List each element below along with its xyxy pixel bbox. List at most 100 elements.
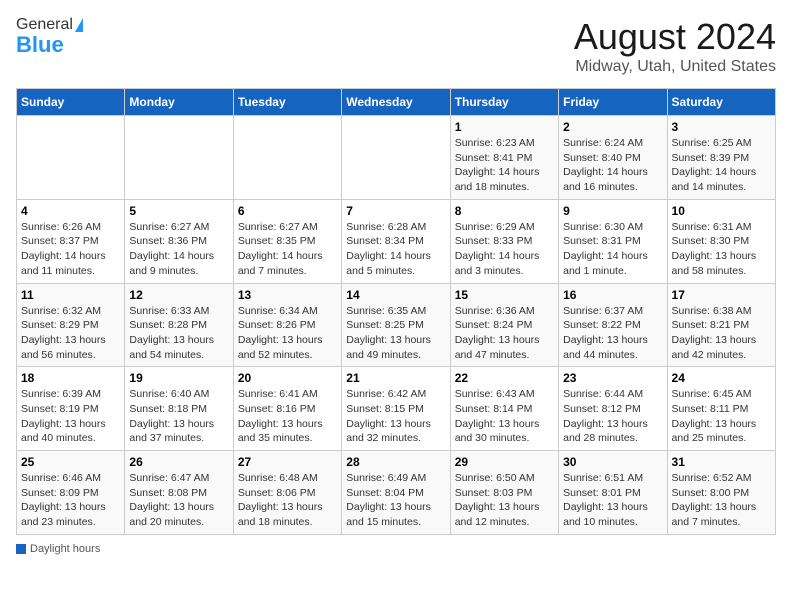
day-info: Sunrise: 6:40 AM Sunset: 8:18 PM Dayligh…: [129, 387, 228, 446]
calendar-cell: 10 Sunrise: 6:31 AM Sunset: 8:30 PM Dayli…: [667, 199, 775, 283]
calendar-body: 1 Sunrise: 6:23 AM Sunset: 8:41 PM Daylig…: [17, 116, 776, 535]
calendar-table: SundayMondayTuesdayWednesdayThursdayFrid…: [16, 88, 776, 535]
day-number: 7: [346, 204, 445, 218]
day-info: Sunrise: 6:46 AM Sunset: 8:09 PM Dayligh…: [21, 471, 120, 530]
day-number: 10: [672, 204, 771, 218]
day-number: 31: [672, 455, 771, 469]
day-number: 17: [672, 288, 771, 302]
day-number: 1: [455, 120, 554, 134]
header-cell-thursday: Thursday: [450, 89, 558, 116]
calendar-cell: 23 Sunrise: 6:44 AM Sunset: 8:12 PM Dayli…: [559, 367, 667, 451]
day-info: Sunrise: 6:35 AM Sunset: 8:25 PM Dayligh…: [346, 304, 445, 363]
calendar-cell: 2 Sunrise: 6:24 AM Sunset: 8:40 PM Daylig…: [559, 116, 667, 200]
day-number: 4: [21, 204, 120, 218]
header: General Blue August 2024 Midway, Utah, U…: [16, 16, 776, 76]
day-number: 23: [563, 371, 662, 385]
logo-triangle-icon: [75, 18, 83, 32]
header-cell-tuesday: Tuesday: [233, 89, 341, 116]
header-cell-saturday: Saturday: [667, 89, 775, 116]
calendar-cell: 11 Sunrise: 6:32 AM Sunset: 8:29 PM Dayli…: [17, 283, 125, 367]
day-info: Sunrise: 6:47 AM Sunset: 8:08 PM Dayligh…: [129, 471, 228, 530]
day-info: Sunrise: 6:29 AM Sunset: 8:33 PM Dayligh…: [455, 220, 554, 279]
day-number: 24: [672, 371, 771, 385]
day-number: 8: [455, 204, 554, 218]
day-number: 13: [238, 288, 337, 302]
calendar-cell: 3Sunrise: 6:25 AM Sunset: 8:39 PM Daylig…: [667, 116, 775, 200]
header-cell-sunday: Sunday: [17, 89, 125, 116]
day-info: Sunrise: 6:52 AM Sunset: 8:00 PM Dayligh…: [672, 471, 771, 530]
day-number: 27: [238, 455, 337, 469]
header-cell-wednesday: Wednesday: [342, 89, 450, 116]
calendar-cell: 19Sunrise: 6:40 AM Sunset: 8:18 PM Dayli…: [125, 367, 233, 451]
day-info: Sunrise: 6:41 AM Sunset: 8:16 PM Dayligh…: [238, 387, 337, 446]
day-number: 26: [129, 455, 228, 469]
day-number: 28: [346, 455, 445, 469]
day-info: Sunrise: 6:24 AM Sunset: 8:40 PM Dayligh…: [563, 136, 662, 195]
day-info: Sunrise: 6:49 AM Sunset: 8:04 PM Dayligh…: [346, 471, 445, 530]
day-info: Sunrise: 6:28 AM Sunset: 8:34 PM Dayligh…: [346, 220, 445, 279]
calendar-cell: 4 Sunrise: 6:26 AM Sunset: 8:37 PM Daylig…: [17, 199, 125, 283]
day-info: Sunrise: 6:32 AM Sunset: 8:29 PM Dayligh…: [21, 304, 120, 363]
calendar-cell: 28 Sunrise: 6:49 AM Sunset: 8:04 PM Dayli…: [342, 451, 450, 535]
day-info: Sunrise: 6:36 AM Sunset: 8:24 PM Dayligh…: [455, 304, 554, 363]
calendar-cell: 20 Sunrise: 6:41 AM Sunset: 8:16 PM Dayli…: [233, 367, 341, 451]
day-number: 21: [346, 371, 445, 385]
day-info: Sunrise: 6:38 AM Sunset: 8:21 PM Dayligh…: [672, 304, 771, 363]
day-info: Sunrise: 6:23 AM Sunset: 8:41 PM Dayligh…: [455, 136, 554, 195]
day-info: Sunrise: 6:43 AM Sunset: 8:14 PM Dayligh…: [455, 387, 554, 446]
title-area: August 2024 Midway, Utah, United States: [574, 16, 776, 76]
day-info: Sunrise: 6:26 AM Sunset: 8:37 PM Dayligh…: [21, 220, 120, 279]
calendar-cell: 7 Sunrise: 6:28 AM Sunset: 8:34 PM Daylig…: [342, 199, 450, 283]
day-info: Sunrise: 6:44 AM Sunset: 8:12 PM Dayligh…: [563, 387, 662, 446]
calendar-cell: 30Sunrise: 6:51 AM Sunset: 8:01 PM Dayli…: [559, 451, 667, 535]
day-number: 18: [21, 371, 120, 385]
day-number: 29: [455, 455, 554, 469]
day-number: 11: [21, 288, 120, 302]
day-info: Sunrise: 6:31 AM Sunset: 8:30 PM Dayligh…: [672, 220, 771, 279]
calendar-cell: 29Sunrise: 6:50 AM Sunset: 8:03 PM Dayli…: [450, 451, 558, 535]
calendar-cell: 5 Sunrise: 6:27 AM Sunset: 8:36 PM Daylig…: [125, 199, 233, 283]
header-row: SundayMondayTuesdayWednesdayThursdayFrid…: [17, 89, 776, 116]
page-subtitle: Midway, Utah, United States: [574, 58, 776, 76]
calendar-cell: 12 Sunrise: 6:33 AM Sunset: 8:28 PM Dayli…: [125, 283, 233, 367]
day-info: Sunrise: 6:45 AM Sunset: 8:11 PM Dayligh…: [672, 387, 771, 446]
calendar-cell: 16Sunrise: 6:37 AM Sunset: 8:22 PM Dayli…: [559, 283, 667, 367]
day-number: 5: [129, 204, 228, 218]
header-cell-monday: Monday: [125, 89, 233, 116]
day-info: Sunrise: 6:33 AM Sunset: 8:28 PM Dayligh…: [129, 304, 228, 363]
footer-dot-icon: [16, 544, 26, 554]
calendar-cell: 9Sunrise: 6:30 AM Sunset: 8:31 PM Daylig…: [559, 199, 667, 283]
calendar-cell: 17 Sunrise: 6:38 AM Sunset: 8:21 PM Dayli…: [667, 283, 775, 367]
calendar-cell: [342, 116, 450, 200]
day-number: 12: [129, 288, 228, 302]
day-number: 30: [563, 455, 662, 469]
day-info: Sunrise: 6:39 AM Sunset: 8:19 PM Dayligh…: [21, 387, 120, 446]
page-title: August 2024: [574, 16, 776, 58]
calendar-cell: [233, 116, 341, 200]
calendar-cell: [125, 116, 233, 200]
day-number: 9: [563, 204, 662, 218]
footer: Daylight hours: [16, 543, 776, 555]
day-number: 3: [672, 120, 771, 134]
day-info: Sunrise: 6:27 AM Sunset: 8:36 PM Dayligh…: [129, 220, 228, 279]
day-info: Sunrise: 6:37 AM Sunset: 8:22 PM Dayligh…: [563, 304, 662, 363]
calendar-cell: 31 Sunrise: 6:52 AM Sunset: 8:00 PM Dayli…: [667, 451, 775, 535]
calendar-cell: 24 Sunrise: 6:45 AM Sunset: 8:11 PM Dayli…: [667, 367, 775, 451]
calendar-header: SundayMondayTuesdayWednesdayThursdayFrid…: [17, 89, 776, 116]
day-number: 20: [238, 371, 337, 385]
calendar-cell: 1 Sunrise: 6:23 AM Sunset: 8:41 PM Daylig…: [450, 116, 558, 200]
calendar-cell: 8 Sunrise: 6:29 AM Sunset: 8:33 PM Daylig…: [450, 199, 558, 283]
calendar-cell: 6Sunrise: 6:27 AM Sunset: 8:35 PM Daylig…: [233, 199, 341, 283]
day-number: 25: [21, 455, 120, 469]
day-info: Sunrise: 6:27 AM Sunset: 8:35 PM Dayligh…: [238, 220, 337, 279]
calendar-cell: 18 Sunrise: 6:39 AM Sunset: 8:19 PM Dayli…: [17, 367, 125, 451]
day-info: Sunrise: 6:34 AM Sunset: 8:26 PM Dayligh…: [238, 304, 337, 363]
logo-blue-text: Blue: [16, 32, 64, 58]
calendar-cell: [17, 116, 125, 200]
calendar-cell: 13 Sunrise: 6:34 AM Sunset: 8:26 PM Dayli…: [233, 283, 341, 367]
calendar-cell: 27Sunrise: 6:48 AM Sunset: 8:06 PM Dayli…: [233, 451, 341, 535]
calendar-cell: 26 Sunrise: 6:47 AM Sunset: 8:08 PM Dayli…: [125, 451, 233, 535]
calendar-cell: 15Sunrise: 6:36 AM Sunset: 8:24 PM Dayli…: [450, 283, 558, 367]
logo: General Blue: [16, 16, 83, 58]
day-number: 2: [563, 120, 662, 134]
